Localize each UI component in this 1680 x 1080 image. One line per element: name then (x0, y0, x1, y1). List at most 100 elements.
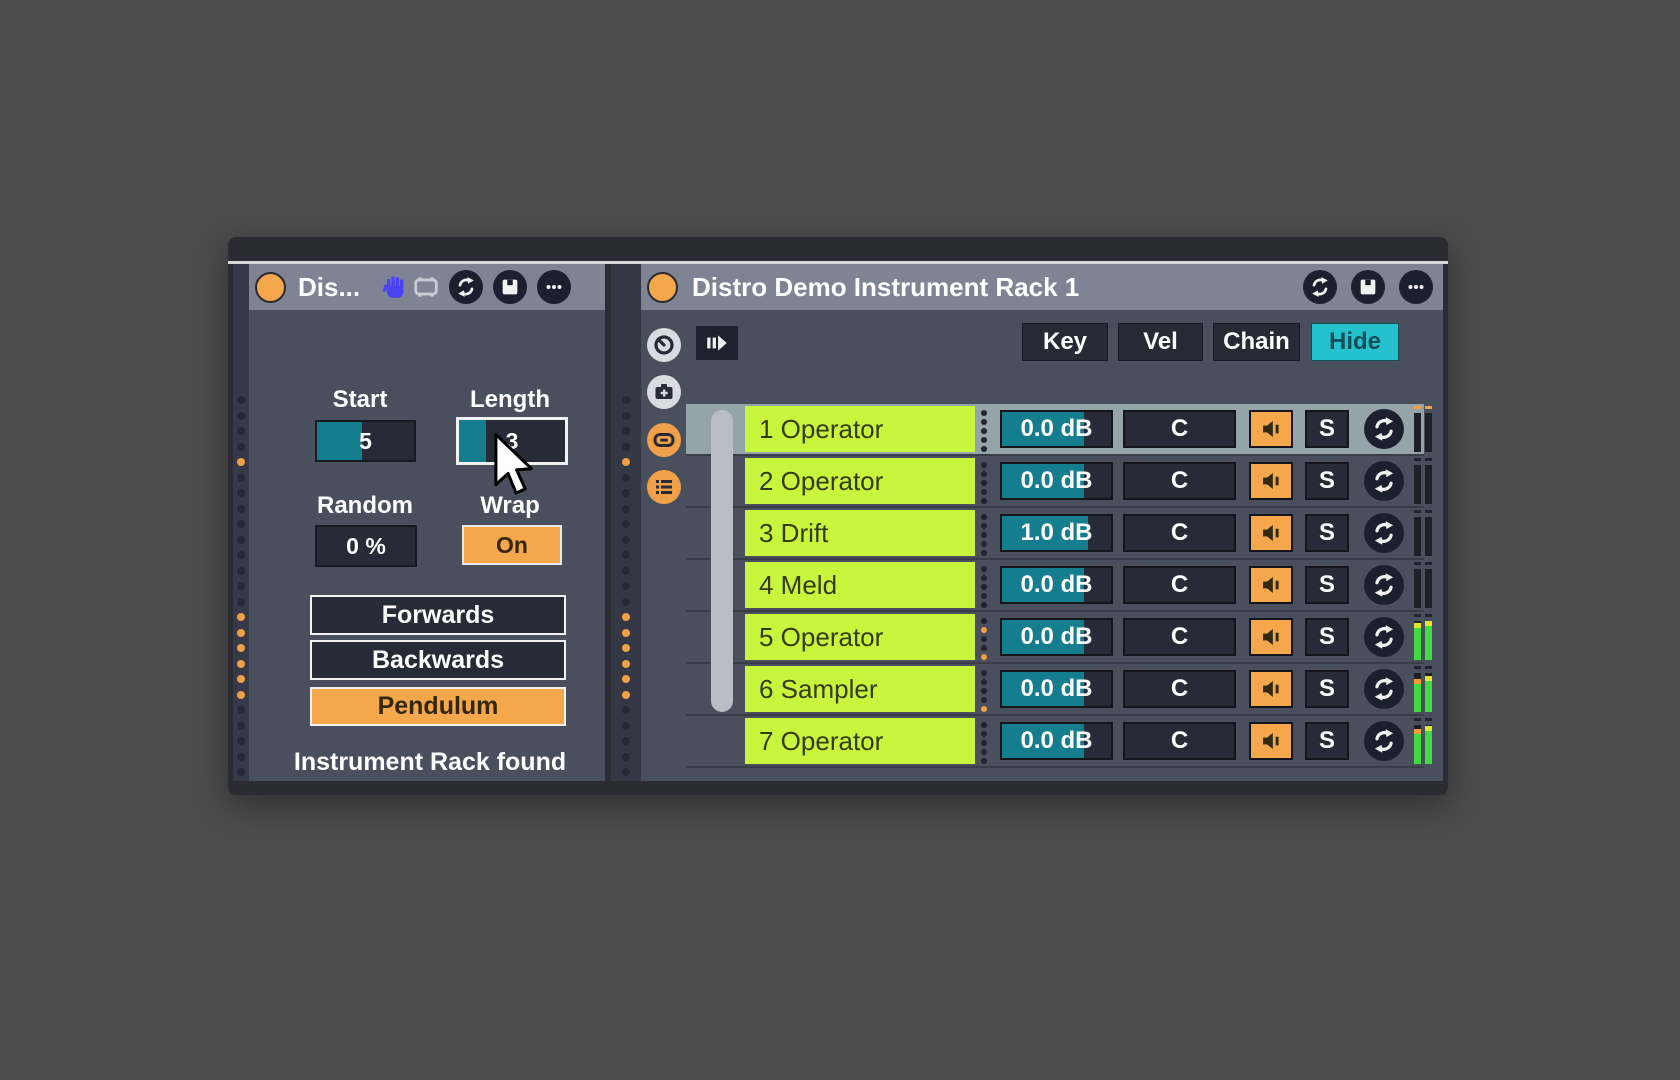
solo-button[interactable]: S (1305, 514, 1349, 552)
save-preset-button[interactable] (493, 270, 527, 304)
chain-pan[interactable]: C (1123, 462, 1236, 500)
speaker-icon (1260, 470, 1282, 492)
length-label: Length (450, 386, 570, 414)
solo-button[interactable]: S (1305, 566, 1349, 604)
device-activator-toggle[interactable] (255, 272, 286, 303)
rack-titlebar[interactable]: Distro Demo Instrument Rack 1 (641, 264, 1443, 310)
chain-name[interactable]: 6 Sampler (745, 666, 975, 712)
speaker-icon (1260, 626, 1282, 648)
pendulum-button[interactable]: Pendulum (310, 687, 566, 726)
hot-swap-button[interactable] (449, 270, 483, 304)
wrap-toggle[interactable]: On (462, 525, 562, 565)
chain-volume[interactable]: 0.0 dB (1000, 410, 1113, 448)
tab-vel[interactable]: Vel (1118, 323, 1203, 361)
chain-list: 1 Operator0.0 dBCS2 Operator0.0 dBCS3 Dr… (686, 404, 1424, 768)
chain-name[interactable]: 4 Meld (745, 562, 975, 608)
chain-activity-dots (979, 562, 989, 608)
rack-hot-swap-button[interactable] (1303, 270, 1337, 304)
chain-name[interactable]: 2 Operator (745, 458, 975, 504)
status-text: Instrument Rack found (260, 748, 600, 777)
solo-button[interactable]: S (1305, 618, 1349, 656)
chain-volume[interactable]: 0.0 dB (1000, 618, 1113, 656)
hot-swap-icon (1309, 276, 1331, 298)
chain-activity-dots (979, 718, 989, 764)
chain-activator-button[interactable] (1249, 618, 1293, 656)
left-device-titlebar[interactable]: Dis... (249, 264, 605, 310)
chain-row[interactable]: 7 Operator 0.0 dB C S (686, 716, 1424, 766)
more-icon (1405, 276, 1427, 298)
show-devices-button[interactable] (647, 423, 681, 457)
speaker-icon (1260, 418, 1282, 440)
chain-list-scrollbar[interactable] (711, 410, 733, 712)
m4l-device-icon[interactable] (413, 274, 439, 300)
chain-pan[interactable]: C (1123, 514, 1236, 552)
hot-swap-icon (1371, 468, 1397, 494)
chain-hot-swap-button[interactable] (1364, 669, 1404, 709)
more-options-button[interactable] (537, 270, 571, 304)
chain-hot-swap-button[interactable] (1364, 461, 1404, 501)
chain-row[interactable]: 6 Sampler 0.0 dB C S (686, 664, 1424, 714)
show-macros-button[interactable] (647, 328, 681, 362)
chain-auto-select-button[interactable] (696, 326, 738, 360)
chain-pan[interactable]: C (1123, 722, 1236, 760)
forwards-button[interactable]: Forwards (310, 595, 566, 635)
rack-activator-toggle[interactable] (647, 272, 678, 303)
random-value-box[interactable]: 0 % (315, 525, 417, 567)
chain-pan[interactable]: C (1123, 618, 1236, 656)
chain-row[interactable]: 2 Operator 0.0 dB C S (686, 456, 1424, 506)
rack-save-preset-button[interactable] (1351, 270, 1385, 304)
chain-volume[interactable]: 0.0 dB (1000, 566, 1113, 604)
chain-activator-button[interactable] (1249, 566, 1293, 604)
speaker-icon (1260, 678, 1282, 700)
backwards-button[interactable]: Backwards (310, 640, 566, 680)
chain-hot-swap-button[interactable] (1364, 409, 1404, 449)
speaker-icon (1260, 730, 1282, 752)
chain-volume[interactable]: 0.0 dB (1000, 722, 1113, 760)
chain-name[interactable]: 1 Operator (745, 406, 975, 452)
chain-hot-swap-button[interactable] (1364, 513, 1404, 553)
chain-pan[interactable]: C (1123, 566, 1236, 604)
chain-row[interactable]: 3 Drift 1.0 dB C S (686, 508, 1424, 558)
rack-more-options-button[interactable] (1399, 270, 1433, 304)
tab-chain[interactable]: Chain (1213, 323, 1300, 361)
chain-row[interactable]: 5 Operator 0.0 dB C S (686, 612, 1424, 662)
show-chain-list-button[interactable] (647, 470, 681, 504)
chain-activator-button[interactable] (1249, 514, 1293, 552)
solo-button[interactable]: S (1305, 410, 1349, 448)
tab-hide[interactable]: Hide (1311, 323, 1399, 361)
chain-activator-button[interactable] (1249, 722, 1293, 760)
solo-button[interactable]: S (1305, 462, 1349, 500)
left-device-fold-strip[interactable] (233, 264, 249, 781)
macro-snapshots-button[interactable] (647, 375, 681, 409)
hot-swap-icon (1371, 676, 1397, 702)
chain-row[interactable]: 1 Operator 0.0 dB C S (686, 404, 1424, 454)
chain-pan[interactable]: C (1123, 670, 1236, 708)
tab-key[interactable]: Key (1022, 323, 1108, 361)
hot-swap-icon (1371, 520, 1397, 546)
rack-fold-strip[interactable] (611, 264, 641, 781)
speaker-icon (1260, 522, 1282, 544)
solo-button[interactable]: S (1305, 670, 1349, 708)
chain-activator-button[interactable] (1249, 670, 1293, 708)
chain-hot-swap-button[interactable] (1364, 565, 1404, 605)
chain-hot-swap-button[interactable] (1364, 721, 1404, 761)
chain-volume[interactable]: 0.0 dB (1000, 462, 1113, 500)
hot-swap-icon (1371, 624, 1397, 650)
chain-activator-button[interactable] (1249, 410, 1293, 448)
solo-button[interactable]: S (1305, 722, 1349, 760)
chain-activator-button[interactable] (1249, 462, 1293, 500)
chain-list-icon (652, 475, 676, 499)
chain-volume[interactable]: 1.0 dB (1000, 514, 1113, 552)
chain-hot-swap-button[interactable] (1364, 617, 1404, 657)
start-value-box[interactable]: 5 (315, 420, 416, 462)
chain-name[interactable]: 5 Operator (745, 614, 975, 660)
auto-select-icon (704, 331, 730, 355)
chain-name[interactable]: 7 Operator (745, 718, 975, 764)
chain-row[interactable]: 4 Meld 0.0 dB C S (686, 560, 1424, 610)
chain-volume[interactable]: 0.0 dB (1000, 670, 1113, 708)
devices-icon (652, 428, 676, 452)
map-hand-icon[interactable] (382, 274, 408, 300)
chain-meter (1414, 406, 1432, 452)
chain-pan[interactable]: C (1123, 410, 1236, 448)
chain-name[interactable]: 3 Drift (745, 510, 975, 556)
